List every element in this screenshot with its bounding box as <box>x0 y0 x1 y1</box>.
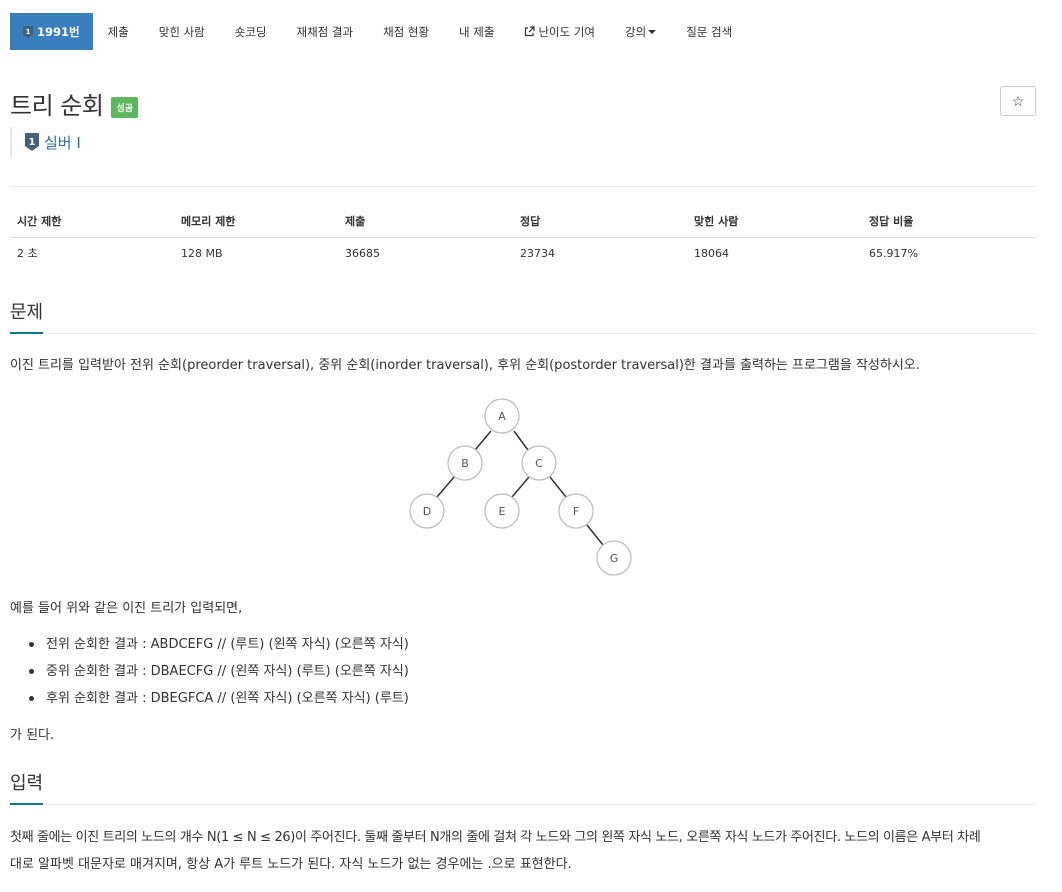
tab-rejudge-label: 재채점 결과 <box>296 24 354 39</box>
external-link-icon <box>525 26 536 37</box>
input-description-line-1: 첫째 줄에는 이진 트리의 노드의 개수 N(1 ≤ N ≤ 26)이 주어진다… <box>10 830 981 845</box>
divider <box>10 186 1036 187</box>
value-accepted: 23734 <box>520 246 555 260</box>
example-conclusion: 가 된다. <box>10 728 55 743</box>
svg-text:F: F <box>573 505 579 518</box>
tree-node-e: E <box>484 493 520 529</box>
problem-title-row: 트리 순회 성공 <box>10 86 139 121</box>
header-memory-limit: 메모리 제한 <box>174 206 338 238</box>
silver-tier-icon: 1 <box>25 133 39 151</box>
problem-title: 트리 순회 <box>10 92 104 120</box>
header-solvers: 맞힌 사람 <box>687 206 862 238</box>
tier-label[interactable]: 실버 I <box>44 132 81 153</box>
tab-solvers[interactable]: 맞힌 사람 <box>144 13 220 50</box>
svg-text:1: 1 <box>26 28 31 36</box>
binary-tree-figure: A B C D E F G <box>409 398 632 576</box>
svg-text:E: E <box>499 505 506 518</box>
value-time-limit: 2 초 <box>17 247 38 261</box>
tree-edge-b-d <box>436 476 455 498</box>
tab-problem[interactable]: 1 1991번 <box>10 13 93 50</box>
tab-lecture-label: 강의 <box>625 24 647 39</box>
tree-edge-a-c <box>513 430 529 451</box>
value-memory-limit: 128 MB <box>181 246 223 260</box>
tab-difficulty-contribute[interactable]: 난이도 기여 <box>509 13 610 50</box>
svg-text:C: C <box>535 457 543 470</box>
svg-text:A: A <box>498 410 506 423</box>
tab-problem-label: 1991번 <box>37 24 80 39</box>
tab-question-search-label: 질문 검색 <box>686 24 733 39</box>
input-description-line-2: 대로 알파벳 대문자로 매겨지며, 항상 A가 루트 노드가 된다. 자식 노드… <box>10 857 572 872</box>
tab-solvers-label: 맞힌 사람 <box>158 24 205 39</box>
list-item: 중위 순회한 결과 : DBAECFG // (왼쪽 자식) (루트) (오른쪽… <box>28 658 409 685</box>
problem-heading: 문제 <box>10 298 44 334</box>
tab-submit[interactable]: 제출 <box>93 13 144 50</box>
tab-my-submissions-label: 내 제출 <box>459 24 495 39</box>
status-badge: 성공 <box>111 97 139 118</box>
caret-down-icon <box>648 29 657 34</box>
svg-text:G: G <box>610 552 619 565</box>
tab-shortcoding[interactable]: 숏코딩 <box>220 13 282 50</box>
tab-rejudge[interactable]: 재채점 결과 <box>282 13 369 50</box>
tier-info: 1 실버 I <box>10 127 81 157</box>
header-accepted: 정답 <box>513 206 687 238</box>
header-time-limit: 시간 제한 <box>10 206 174 238</box>
svg-text:D: D <box>423 505 431 518</box>
silver-tier-icon: 1 <box>23 25 33 38</box>
input-heading: 입력 <box>10 769 44 805</box>
example-intro: 예를 들어 위와 같은 이진 트리가 입력되면, <box>10 601 243 616</box>
input-section-header: 입력 <box>10 769 1036 805</box>
tree-node-g: G <box>596 540 632 576</box>
tree-node-b: B <box>447 445 483 481</box>
list-item: 후위 순회한 결과 : DBEGFCA // (왼쪽 자식) (오른쪽 자식) … <box>28 685 409 712</box>
problem-info-table: 시간 제한 메모리 제한 제출 정답 맞힌 사람 정답 비율 2 초 128 M… <box>10 206 1036 269</box>
tab-lecture-dropdown[interactable]: 강의 <box>610 13 671 50</box>
tab-my-submissions[interactable]: 내 제출 <box>444 13 509 50</box>
favorite-star-button[interactable]: ☆ <box>1000 86 1036 116</box>
header-accept-rate: 정답 비율 <box>862 206 1036 238</box>
tab-status[interactable]: 채점 현황 <box>368 13 444 50</box>
value-submissions: 36685 <box>345 246 380 260</box>
svg-text:1: 1 <box>29 137 36 148</box>
tree-node-f: F <box>558 493 594 529</box>
tree-edge-c-f <box>549 476 567 498</box>
tree-edge-f-g <box>586 524 604 546</box>
tree-node-c: C <box>521 445 557 481</box>
table-row: 2 초 128 MB 36685 23734 18064 65.917% <box>10 237 1036 269</box>
tree-edge-a-b <box>474 430 492 451</box>
tree-node-a: A <box>484 398 520 434</box>
list-item: 전위 순회한 결과 : ABDCEFG // (루트) (왼쪽 자식) (오른쪽… <box>28 631 409 658</box>
value-accept-rate: 65.917% <box>869 246 918 260</box>
tab-difficulty-label: 난이도 기여 <box>538 24 596 39</box>
svg-text:B: B <box>461 457 469 470</box>
tree-edge-c-e <box>511 476 530 498</box>
tab-shortcoding-label: 숏코딩 <box>234 24 267 39</box>
table-header-row: 시간 제한 메모리 제한 제출 정답 맞힌 사람 정답 비율 <box>10 206 1036 238</box>
problem-nav: 1 1991번 제출 맞힌 사람 숏코딩 재채점 결과 채점 현황 내 제출 난… <box>10 13 747 50</box>
star-icon: ☆ <box>1011 92 1025 109</box>
value-solvers: 18064 <box>694 246 729 260</box>
problem-section-header: 문제 <box>10 298 1036 334</box>
traversal-results-list: 전위 순회한 결과 : ABDCEFG // (루트) (왼쪽 자식) (오른쪽… <box>28 631 409 712</box>
header-submissions: 제출 <box>338 206 513 238</box>
tab-status-label: 채점 현황 <box>383 24 430 39</box>
tab-question-search[interactable]: 질문 검색 <box>671 13 747 50</box>
problem-description: 이진 트리를 입력받아 전위 순회(preorder traversal), 중… <box>10 358 920 373</box>
tree-node-d: D <box>409 493 445 529</box>
tab-submit-label: 제출 <box>107 24 129 39</box>
